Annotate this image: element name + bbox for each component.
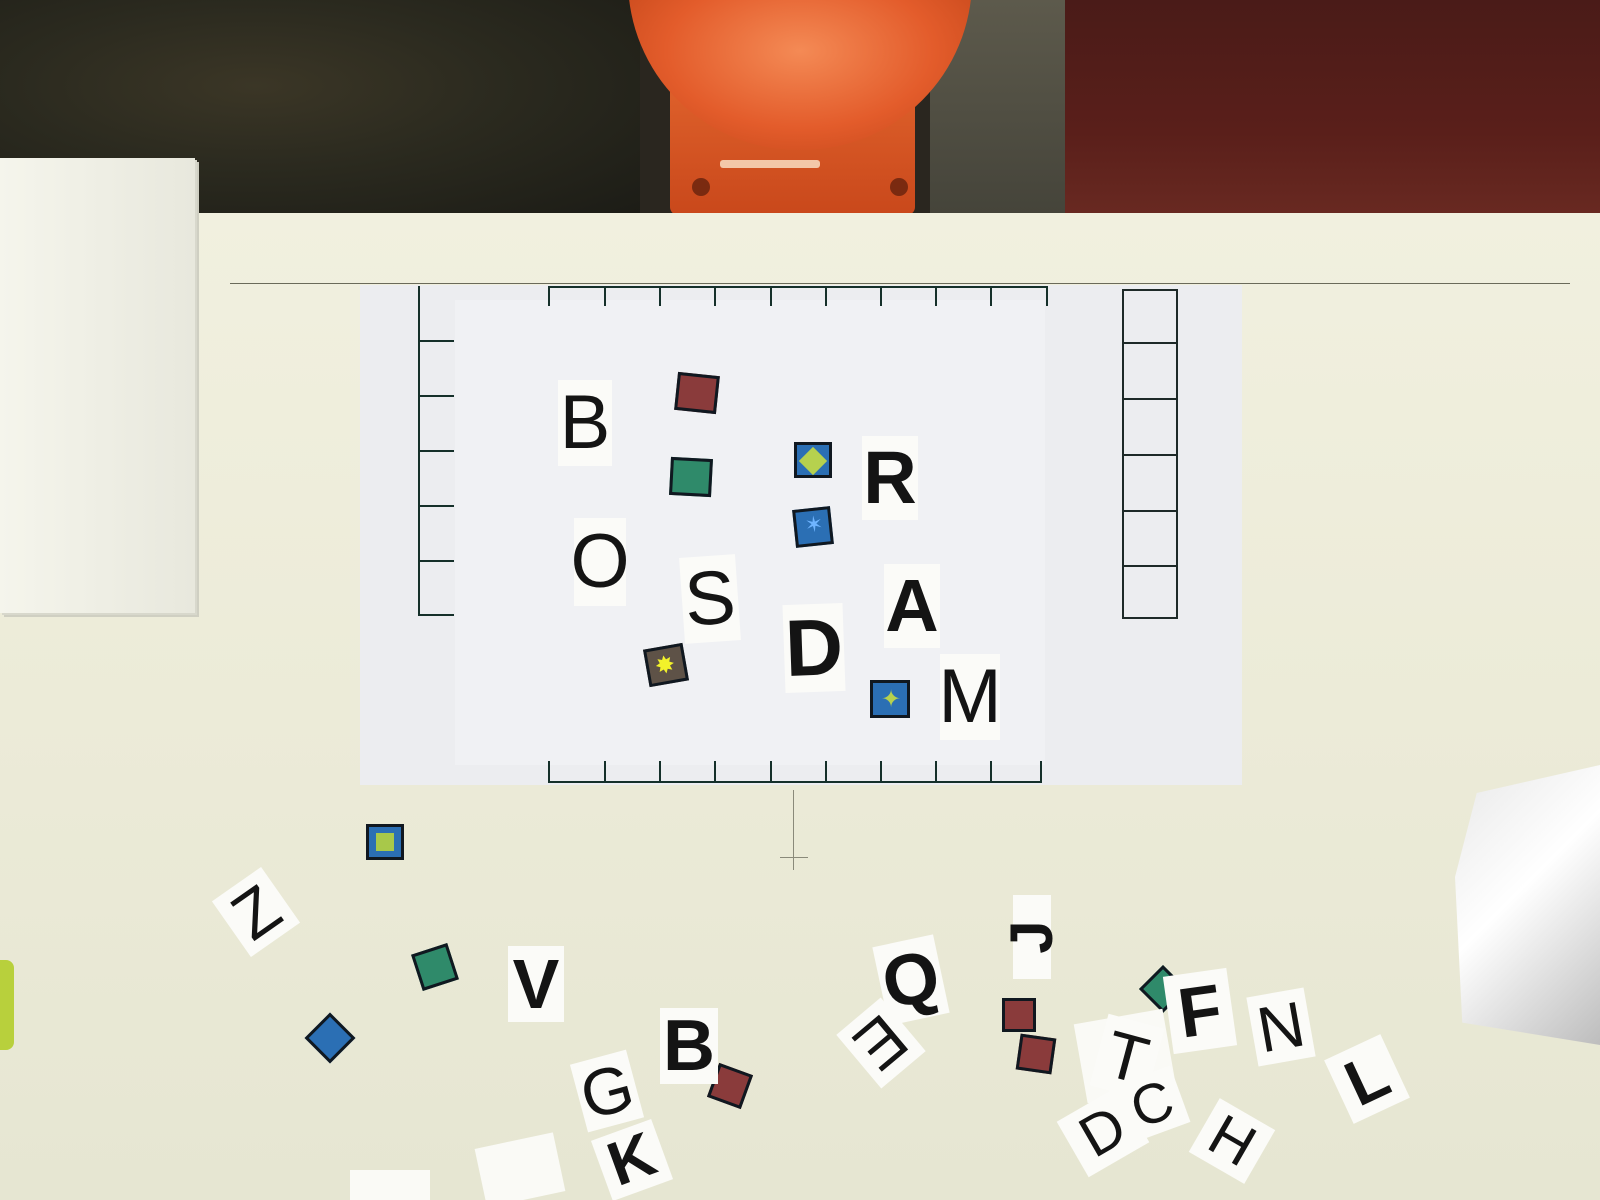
left-tick [418, 450, 454, 452]
loose-letter-b[interactable]: B [660, 1008, 718, 1084]
robot-bolt-right [890, 178, 908, 196]
bottom-tick [659, 761, 661, 781]
bottom-tick [825, 761, 827, 781]
robot-bolt-left [692, 178, 710, 196]
paper-stack [0, 158, 195, 613]
top-tick [770, 286, 772, 306]
top-tick [990, 286, 992, 306]
board-letter-b[interactable]: B [558, 380, 612, 466]
square-icon [376, 833, 394, 851]
loose-tile-red[interactable] [1015, 1033, 1057, 1075]
green-object [0, 960, 14, 1050]
tile-green[interactable] [669, 456, 713, 498]
top-tick [659, 286, 661, 306]
top-tick [880, 286, 882, 306]
pile-card [350, 1170, 430, 1200]
tile-red[interactable] [674, 371, 720, 415]
right-grid-divider [1122, 565, 1178, 567]
right-grid-divider [1122, 398, 1178, 400]
right-grid-divider [1122, 510, 1178, 512]
crosshair-horizontal [780, 857, 808, 858]
bottom-tick [714, 761, 716, 781]
loose-letter-n[interactable]: N [1246, 987, 1316, 1067]
star-icon: ✶ [803, 511, 825, 539]
starburst-icon: ✸ [652, 649, 678, 681]
loose-letter-v[interactable]: V [508, 946, 564, 1022]
tile-lime-star[interactable]: ✦ [870, 680, 910, 718]
diamond-icon [798, 446, 828, 476]
right-grid-divider [1122, 342, 1178, 344]
bottom-tick [880, 761, 882, 781]
board-letter-m[interactable]: M [938, 654, 1002, 740]
top-tick [604, 286, 606, 306]
top-grid-rail [548, 286, 1048, 288]
bottom-tick [770, 761, 772, 781]
bottom-tick [1040, 761, 1042, 781]
top-tick [714, 286, 716, 306]
left-tick [418, 340, 454, 342]
paper-cone [1455, 765, 1600, 1045]
crosshair-vertical [793, 790, 794, 870]
loose-tile-red[interactable] [1002, 998, 1036, 1032]
board-letter-a[interactable]: A [884, 564, 940, 648]
reference-line [230, 283, 1570, 284]
left-tick [418, 395, 454, 397]
floor-right [1065, 0, 1600, 222]
right-grid-divider [1122, 454, 1178, 456]
tile-lime-diamond[interactable] [794, 442, 832, 478]
left-tick [418, 560, 454, 562]
board-letter-r[interactable]: R [862, 436, 918, 520]
top-tick [548, 286, 550, 306]
loose-tile-lime[interactable] [366, 824, 404, 860]
bottom-tick [548, 761, 550, 781]
bottom-tick [990, 761, 992, 781]
four-point-star-icon: ✦ [881, 685, 902, 713]
loose-letter-j[interactable]: J [998, 895, 1065, 979]
robot-table-scene: B O S D R A M ✶ ✸ ✦ Z V B Q E J G K F T … [0, 0, 1600, 1200]
top-tick [935, 286, 937, 306]
board-letter-s[interactable]: S [679, 554, 741, 644]
bottom-tick [935, 761, 937, 781]
board-letter-o[interactable]: O [570, 518, 630, 606]
left-tick [418, 505, 454, 507]
board-letter-d[interactable]: D [782, 602, 846, 694]
bottom-tick [604, 761, 606, 781]
robot-slot [720, 160, 820, 168]
tile-yellow-star[interactable]: ✸ [643, 642, 689, 688]
top-tick [1046, 286, 1048, 306]
tile-blue-star[interactable]: ✶ [792, 506, 834, 548]
loose-letter-f[interactable]: F [1162, 967, 1238, 1055]
bottom-grid-rail [548, 781, 1042, 783]
top-tick [825, 286, 827, 306]
left-tick [418, 614, 454, 616]
